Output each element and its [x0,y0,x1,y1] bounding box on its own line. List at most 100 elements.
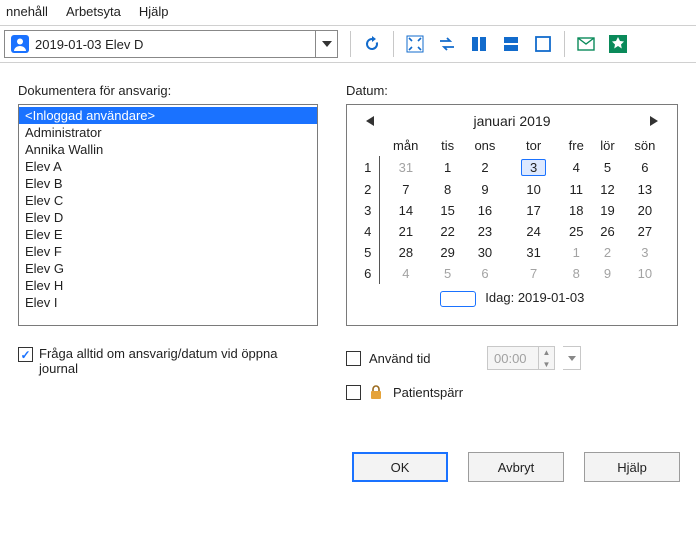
calendar-day[interactable]: 8 [560,263,592,284]
next-month-button[interactable] [647,114,661,128]
ask-always-checkbox[interactable] [18,347,33,362]
calendar-day[interactable]: 19 [592,200,623,221]
record-dropdown-text: 2019-01-03 Elev D [35,37,315,52]
list-item[interactable]: Elev A [19,158,317,175]
date-label: Datum: [346,83,678,98]
patient-lock-checkbox[interactable] [346,385,361,400]
menu-item-workspace[interactable]: Arbetsyta [66,4,121,19]
calendar-day[interactable]: 9 [463,179,507,200]
calendar-day[interactable]: 5 [432,263,463,284]
calendar-day[interactable]: 8 [432,179,463,200]
menu-item-help[interactable]: Hjälp [139,4,169,19]
list-item[interactable]: <Inloggad användare> [19,107,317,124]
use-time-label: Använd tid [369,351,479,366]
calendar-day[interactable]: 18 [560,200,592,221]
day-header: tis [432,135,463,156]
calendar-day[interactable]: 14 [379,200,432,221]
calendar-day[interactable]: 29 [432,242,463,263]
single-button[interactable] [528,30,558,58]
expand-button[interactable] [400,30,430,58]
calendar-day[interactable]: 4 [560,156,592,179]
rows-button[interactable] [496,30,526,58]
calendar-day[interactable]: 21 [379,221,432,242]
calendar-day[interactable]: 7 [379,179,432,200]
calendar-day[interactable]: 2 [463,156,507,179]
list-item[interactable]: Elev G [19,260,317,277]
record-dropdown[interactable]: 2019-01-03 Elev D [4,30,338,58]
time-input: ▲▼ [487,346,555,370]
menubar: nnehåll Arbetsyta Hjälp [0,0,696,26]
calendar-grid: måntisonstorfrelörsön 131123456278910111… [357,135,667,284]
calendar-day[interactable]: 25 [560,221,592,242]
calendar-day[interactable]: 30 [463,242,507,263]
prev-month-button[interactable] [363,114,377,128]
calendar-day[interactable]: 10 [507,179,560,200]
help-button[interactable]: Hjälp [584,452,680,482]
today-row[interactable]: Idag: 2019-01-03 [357,284,667,307]
calendar-day[interactable]: 4 [379,263,432,284]
calendar-day[interactable]: 5 [592,156,623,179]
calendar-day[interactable]: 12 [592,179,623,200]
list-item[interactable]: Administrator [19,124,317,141]
list-item[interactable]: Elev D [19,209,317,226]
button-row: OK Avbryt Hjälp [0,424,696,482]
separator [564,31,565,57]
use-time-checkbox[interactable] [346,351,361,366]
patient-lock-label: Patientspärr [393,385,463,400]
mail-button[interactable] [571,30,601,58]
ok-button[interactable]: OK [352,452,448,482]
calendar-day[interactable]: 22 [432,221,463,242]
calendar-day[interactable]: 6 [463,263,507,284]
list-item[interactable]: Elev F [19,243,317,260]
calendar-day[interactable]: 15 [432,200,463,221]
list-item[interactable]: Elev H [19,277,317,294]
calendar-day[interactable]: 7 [507,263,560,284]
calendar-day[interactable]: 31 [379,156,432,179]
calendar-day[interactable]: 2 [592,242,623,263]
list-item[interactable]: Elev B [19,175,317,192]
calendar-day[interactable]: 13 [623,179,667,200]
separator [350,31,351,57]
calendar-day[interactable]: 1 [560,242,592,263]
calendar-day[interactable]: 9 [592,263,623,284]
list-item[interactable]: Elev I [19,294,317,311]
menu-item-content[interactable]: nnehåll [6,4,48,19]
calendar-day[interactable]: 23 [463,221,507,242]
day-header: lör [592,135,623,156]
calendar-day[interactable]: 20 [623,200,667,221]
toolbar: 2019-01-03 Elev D [0,26,696,63]
list-item[interactable]: Elev E [19,226,317,243]
calendar-day[interactable]: 31 [507,242,560,263]
today-indicator-icon [440,291,476,307]
calendar-day[interactable]: 11 [560,179,592,200]
calendar-day[interactable]: 10 [623,263,667,284]
week-number: 1 [357,156,379,179]
week-number: 4 [357,221,379,242]
calendar-day[interactable]: 16 [463,200,507,221]
day-header: ons [463,135,507,156]
calendar-day[interactable]: 17 [507,200,560,221]
star-button[interactable] [603,30,633,58]
calendar-day[interactable]: 26 [592,221,623,242]
calendar-day[interactable]: 3 [507,156,560,179]
month-title: januari 2019 [473,113,550,129]
dialog-content: Dokumentera för ansvarig: <Inloggad anvä… [0,63,696,424]
list-item[interactable]: Elev C [19,192,317,209]
chevron-down-icon[interactable] [315,31,337,57]
refresh-button[interactable] [357,30,387,58]
calendar-day[interactable]: 28 [379,242,432,263]
calendar-day[interactable]: 27 [623,221,667,242]
calendar-day[interactable]: 6 [623,156,667,179]
cancel-button[interactable]: Avbryt [468,452,564,482]
calendar-day[interactable]: 3 [623,242,667,263]
ask-always-label: Fråga alltid om ansvarig/datum vid öppna… [39,346,309,376]
columns-button[interactable] [464,30,494,58]
swap-horizontal-button[interactable] [432,30,462,58]
list-item[interactable]: Annika Wallin [19,141,317,158]
week-number: 6 [357,263,379,284]
calendar-day[interactable]: 1 [432,156,463,179]
responsible-listbox[interactable]: <Inloggad användare>AdministratorAnnika … [18,104,318,326]
calendar-day[interactable]: 24 [507,221,560,242]
day-header: fre [560,135,592,156]
time-spinner: ▲▼ [538,346,554,370]
